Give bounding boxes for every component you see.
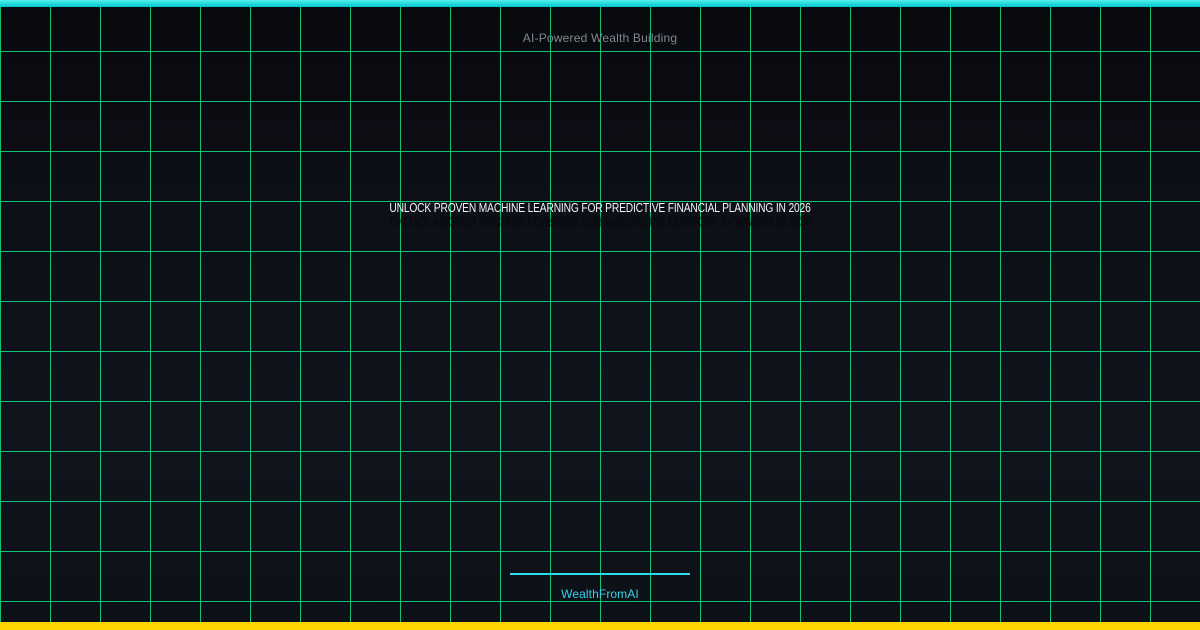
- social-card: AI-Powered Wealth Building UNLOCK PROVEN…: [0, 0, 1200, 630]
- headline-group: UNLOCK PROVEN MACHINE LEARNING FOR PREDI…: [108, 202, 1092, 229]
- brand-divider-line: [510, 573, 690, 575]
- headline-reflection: UNLOCK PROVEN MACHINE LEARNING FOR PREDI…: [389, 214, 811, 228]
- grid-background: [0, 0, 1200, 630]
- kicker-text: AI-Powered Wealth Building: [522, 31, 678, 45]
- top-accent-bar: [0, 0, 1200, 7]
- bottom-accent-bar: [0, 622, 1200, 630]
- brand-name: WealthFromAI: [561, 587, 639, 601]
